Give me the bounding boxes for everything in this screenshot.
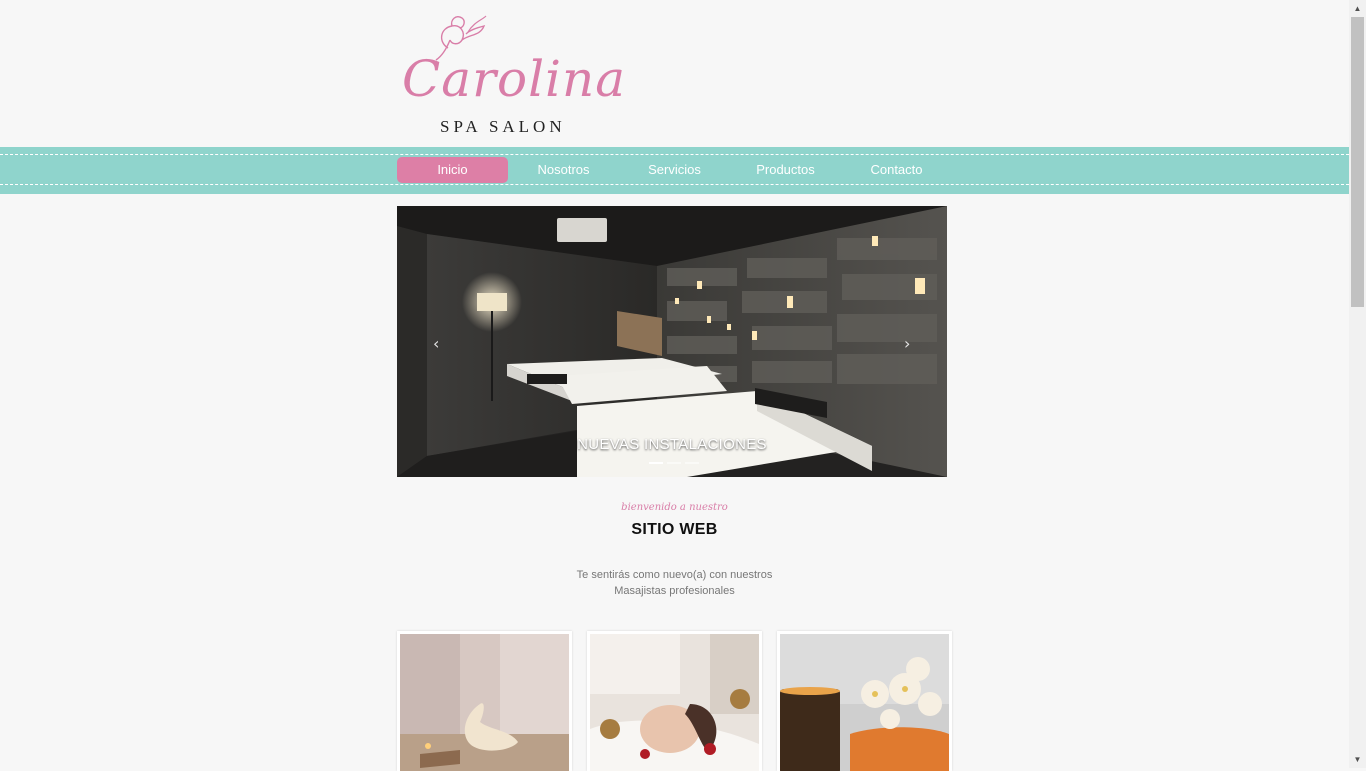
nav-item-nosotros[interactable]: Nosotros xyxy=(508,157,619,183)
site-header: Carolina SPA SALON xyxy=(0,0,1349,147)
facial-massage-photo xyxy=(590,634,759,771)
scroll-thumb[interactable] xyxy=(1351,17,1364,307)
welcome-text: Te sentirás como nuevo(a) con nuestros M… xyxy=(0,567,1349,599)
service-card-1[interactable] xyxy=(397,631,572,771)
welcome-line-2: Masajistas profesionales xyxy=(614,585,735,597)
slider-indicators xyxy=(649,462,699,464)
nav-dashed-line-bottom xyxy=(0,184,1349,185)
nav-item-servicios[interactable]: Servicios xyxy=(619,157,730,183)
slide-caption: NUEVAS INSTALACIONES xyxy=(577,436,767,453)
nav-item-productos[interactable]: Productos xyxy=(730,157,841,183)
page-scrollbar[interactable]: ▲ ▼ xyxy=(1349,0,1366,768)
service-card-3[interactable] xyxy=(777,631,952,771)
slider-prev-button[interactable]: ‹ xyxy=(433,334,439,353)
welcome-line-1: Te sentirás como nuevo(a) con nuestros xyxy=(576,569,773,581)
nav-item-contacto[interactable]: Contacto xyxy=(841,157,952,183)
hero-slider[interactable]: ‹ › NUEVAS INSTALACIONES xyxy=(397,206,947,477)
nav-item-inicio[interactable]: Inicio xyxy=(397,157,508,183)
welcome-script: bienvenido a nuestro xyxy=(621,502,728,513)
main-nav: Inicio Nosotros Servicios Productos Cont… xyxy=(397,157,952,183)
scroll-up-arrow-icon[interactable]: ▲ xyxy=(1349,0,1366,17)
slider-dot-2[interactable] xyxy=(667,462,681,464)
scroll-down-arrow-icon[interactable]: ▼ xyxy=(1349,751,1366,768)
orchid-candle-photo xyxy=(780,634,949,771)
nav-dashed-line-top xyxy=(0,154,1349,155)
service-card-2[interactable] xyxy=(587,631,762,771)
welcome-title: SITIO WEB xyxy=(631,521,718,538)
towel-swan-photo xyxy=(400,634,569,771)
logo-subtitle: SPA SALON xyxy=(440,117,566,136)
logo-name: Carolina xyxy=(402,50,627,108)
slider-dot-1[interactable] xyxy=(649,462,663,464)
slider-next-button[interactable]: › xyxy=(904,334,910,353)
logo[interactable]: Carolina SPA SALON xyxy=(400,12,625,136)
slider-dot-3[interactable] xyxy=(685,462,699,464)
